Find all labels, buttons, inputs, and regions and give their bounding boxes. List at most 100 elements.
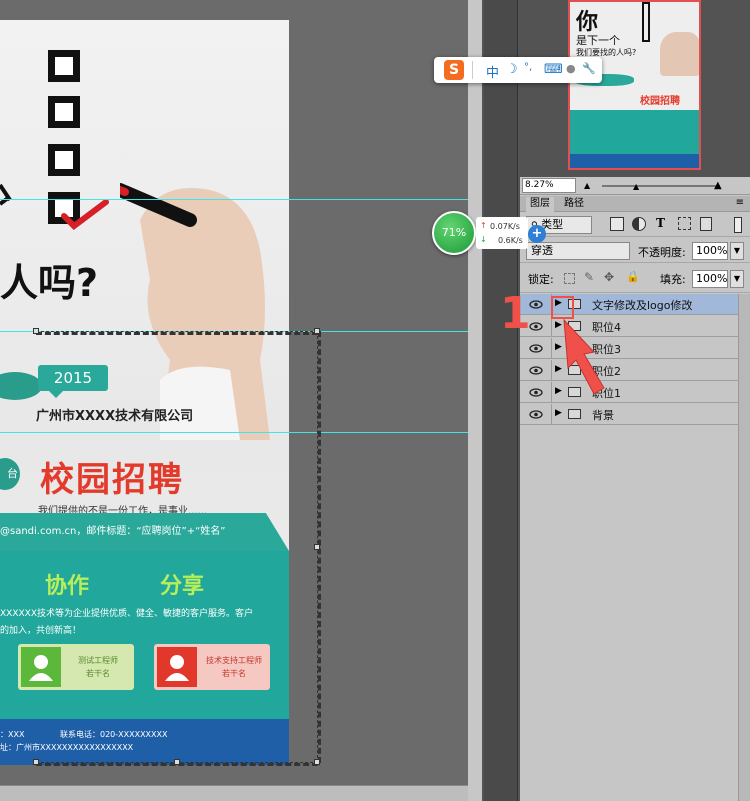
smart-object-filter-icon[interactable]: [700, 217, 712, 231]
tab-paths[interactable]: 路径: [560, 197, 588, 212]
thumb-footer: [570, 154, 699, 168]
recruit-title: 校园招聘: [40, 460, 184, 500]
filter-row: ⚲ 类型 T: [520, 213, 750, 237]
word-cooperate: 协作: [45, 574, 90, 599]
transform-handle[interactable]: [33, 759, 39, 765]
poster-document[interactable]: 人吗? 2015 广州市XXXX技术有限公司 台 校园招聘 我们提供的不是一份工…: [0, 20, 289, 765]
add-icon[interactable]: +: [528, 225, 546, 243]
transform-handle[interactable]: [314, 328, 320, 334]
lock-row: 锁定: ✎ ✥ 🔒 填充: 100% ▼: [520, 265, 750, 293]
navigator-zoom-row: 8.27% ▲ ▲ ▲: [520, 177, 750, 195]
memory-usage-circle[interactable]: 71%: [432, 211, 476, 255]
email-line: @sandi.com.cn，邮件标题：“应聘岗位”+“姓名”: [0, 526, 226, 537]
transform-handle[interactable]: [33, 328, 39, 334]
job-card-support-engineer: 技术支持工程师 若干名: [154, 644, 270, 690]
horizontal-scrollbar[interactable]: [0, 785, 468, 801]
layers-tabs: 图层 路径 ≡: [520, 196, 750, 212]
layer-row[interactable]: ▶ 背景: [520, 404, 738, 425]
wrench-icon[interactable]: 🔧: [582, 62, 596, 75]
fill-dropdown[interactable]: ▼: [730, 270, 744, 288]
layer-row[interactable]: ▶ 职位4: [520, 316, 738, 337]
lock-brush-icon[interactable]: ✎: [584, 270, 594, 284]
layer-name: 背景: [592, 409, 614, 422]
year-badge: 2015: [38, 365, 108, 391]
poster-question-text: 人吗?: [0, 261, 99, 305]
layer-name: 文字修改及logo修改: [592, 299, 693, 312]
transform-handle[interactable]: [314, 759, 320, 765]
punctuation-icon[interactable]: °,: [524, 62, 532, 73]
zoom-slider[interactable]: [602, 185, 720, 187]
footer-address: 址：广州市XXXXXXXXXXXXXXXXX: [0, 743, 134, 752]
upload-arrow-icon: ↑: [480, 221, 487, 230]
eye-visibility-icon[interactable]: [520, 382, 552, 403]
thumb-hand: [660, 32, 699, 76]
speed-box: ↑ 0.07K/s ↓ 0.6K/s: [476, 217, 528, 249]
panel-dock-strip: [484, 0, 518, 801]
thumb-text: 是下一个: [576, 34, 620, 47]
download-speed: 0.6K/s: [498, 236, 523, 245]
document-canvas[interactable]: 人吗? 2015 广州市XXXX技术有限公司 台 校园招聘 我们提供的不是一份工…: [0, 0, 468, 801]
tab-layers[interactable]: 图层: [526, 197, 554, 212]
word-share: 分享: [160, 574, 205, 599]
moon-icon[interactable]: ☽: [506, 62, 518, 77]
adjustment-filter-icon[interactable]: [632, 217, 646, 231]
network-speed-widget[interactable]: 71% ↑ 0.07K/s ↓ 0.6K/s +: [432, 211, 552, 255]
opacity-input[interactable]: 100%: [692, 242, 728, 260]
transform-handle[interactable]: [174, 759, 180, 765]
keyboard-icon[interactable]: ⌨: [544, 62, 563, 77]
zoom-slider-thumb[interactable]: ▲: [633, 182, 639, 191]
footer-phone: 联系电话：020-XXXXXXXXX: [60, 730, 168, 739]
thumb-checkbox: [642, 2, 650, 42]
hand-photo: [120, 183, 270, 440]
selection-edge: [36, 331, 318, 335]
vertical-scrollbar[interactable]: [468, 0, 482, 801]
eye-visibility-icon[interactable]: [520, 338, 552, 359]
thumb-teal: [570, 110, 699, 154]
pointer-arrow-icon: [563, 318, 605, 395]
pixel-filter-icon[interactable]: [610, 217, 624, 231]
layer-row[interactable]: ▶ 职位1: [520, 382, 738, 403]
checkbox-graphic: [48, 96, 80, 128]
ime-chinese-mode[interactable]: 中: [486, 62, 499, 81]
eye-visibility-icon[interactable]: [520, 360, 552, 381]
platform-bubble: 台: [0, 458, 20, 490]
lock-label: 锁定:: [528, 273, 554, 286]
description-line-2: 的加入，共创新高！: [0, 626, 82, 636]
guide-line[interactable]: [0, 199, 468, 200]
job-count: 若干名: [222, 669, 246, 678]
navigator-thumbnail[interactable]: 你 是下一个 我们要找的人吗? 校园招聘: [568, 0, 701, 170]
upload-speed: 0.07K/s: [490, 222, 520, 231]
shape-filter-icon[interactable]: [678, 217, 691, 230]
fill-input[interactable]: 100%: [692, 270, 728, 288]
description-line-1: XXXXXX技术等为企业提供优质、健全、敏捷的客户服务。客户: [0, 609, 253, 619]
transform-handle[interactable]: [314, 544, 320, 550]
layer-row[interactable]: ▶ 职位3: [520, 338, 738, 359]
layer-row[interactable]: ▶ 职位2: [520, 360, 738, 381]
step-number: 1: [500, 288, 531, 339]
checkbox-graphic: [48, 144, 80, 176]
sogou-logo-icon[interactable]: S: [444, 60, 464, 80]
lock-all-icon[interactable]: 🔒: [626, 270, 640, 283]
folder-icon: [568, 409, 581, 419]
zoom-input[interactable]: 8.27%: [522, 178, 576, 193]
email-band: @sandi.com.cn，邮件标题：“应聘岗位”+“姓名”: [0, 513, 289, 551]
speech-bubble-graphic: [0, 372, 42, 400]
opacity-dropdown[interactable]: ▼: [730, 242, 744, 260]
fill-label: 填充:: [660, 273, 686, 286]
panel-menu-icon[interactable]: ≡: [736, 197, 744, 208]
collapsed-panel-dock: [482, 0, 520, 801]
type-filter-icon[interactable]: T: [656, 216, 665, 230]
zoom-in-icon[interactable]: ▲: [714, 180, 722, 191]
layers-scrollbar[interactable]: [738, 294, 750, 801]
person-icon: [157, 647, 197, 687]
lock-move-icon[interactable]: ✥: [604, 270, 614, 284]
job-card-test-engineer: 测试工程师 若干名: [18, 644, 134, 690]
zoom-out-icon[interactable]: ▲: [584, 181, 590, 190]
eye-visibility-icon[interactable]: [520, 404, 552, 425]
user-icon[interactable]: ●: [566, 62, 576, 75]
lock-transparency-icon[interactable]: [564, 273, 575, 284]
expand-triangle-icon[interactable]: ▶: [555, 408, 562, 418]
filter-toggle[interactable]: [734, 217, 742, 233]
guide-line[interactable]: [0, 432, 468, 433]
highlight-box: [551, 296, 574, 319]
